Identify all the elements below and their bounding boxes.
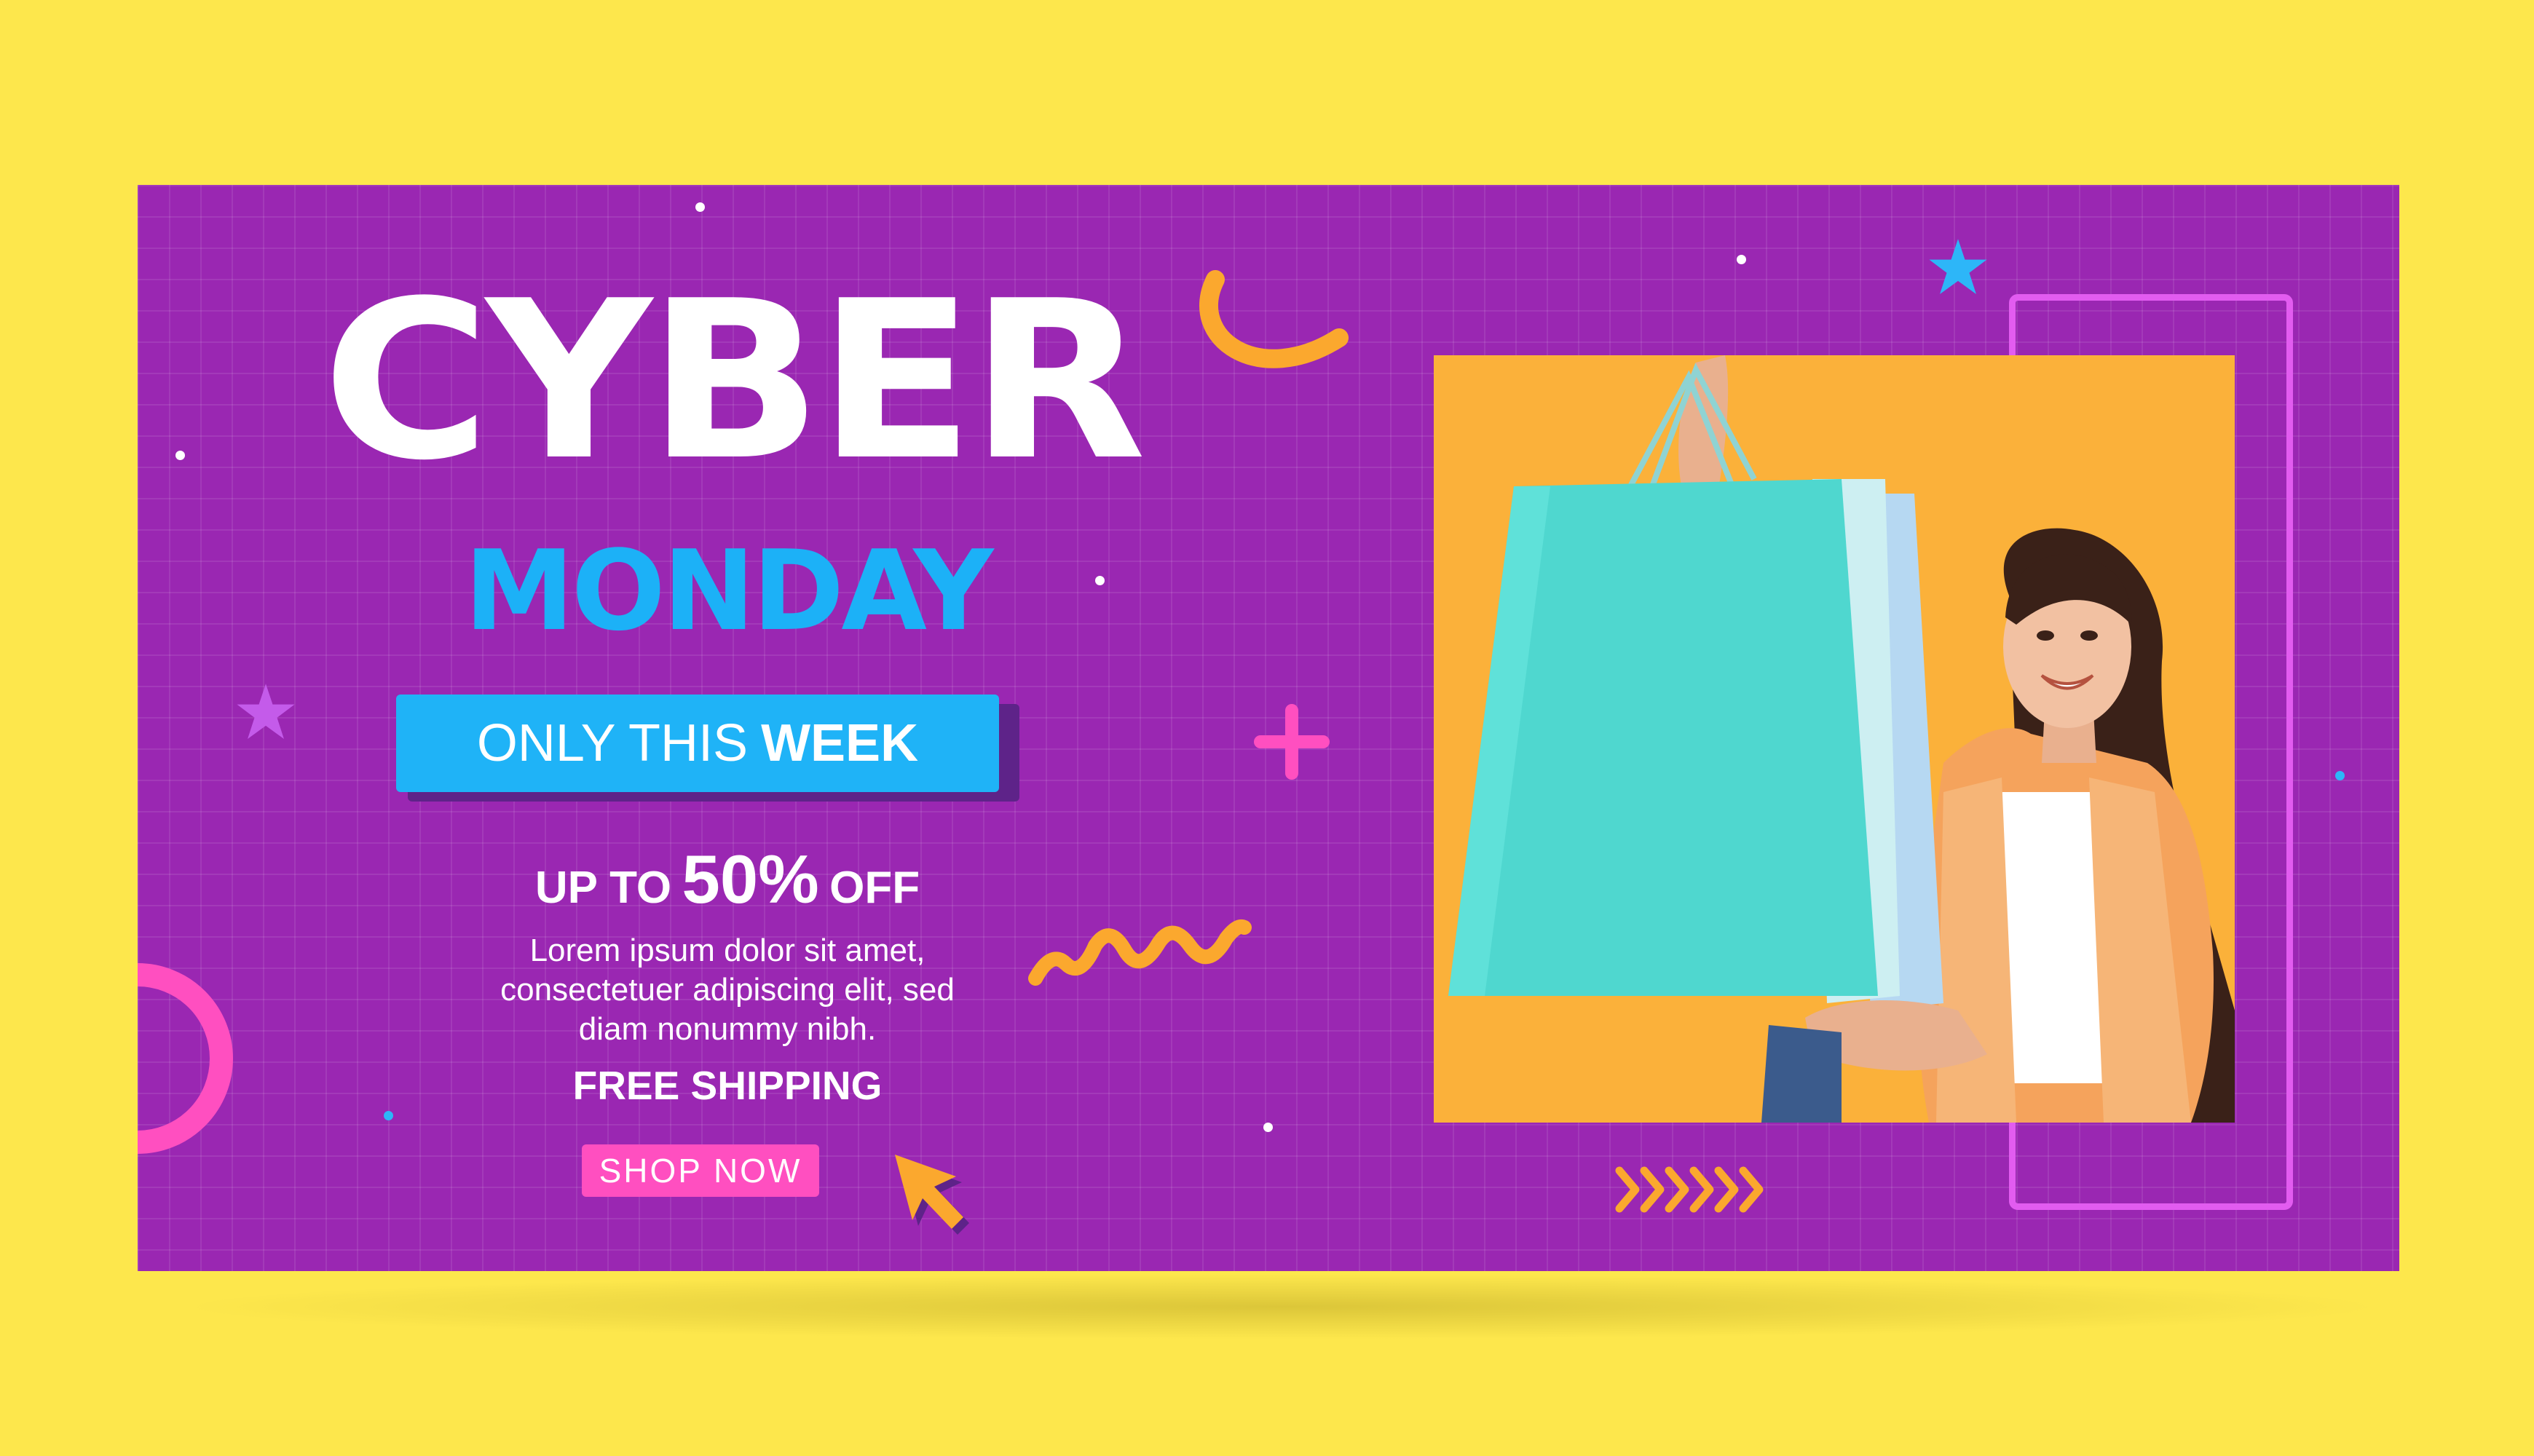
discount-prefix: UP TO	[534, 863, 672, 913]
week-label-prefix: ONLY THIS	[476, 714, 749, 772]
dot-decoration	[384, 1111, 393, 1120]
week-label-emphasis: WEEK	[761, 714, 919, 772]
chevrons-decoration	[1615, 1166, 1764, 1213]
star-icon	[237, 684, 295, 739]
cyber-monday-banner: CYBER MONDAY ONLY THIS WEEK UP TO 50% OF…	[138, 185, 2399, 1271]
dot-decoration	[695, 202, 705, 212]
description-line: Lorem ipsum dolor sit amet,	[529, 933, 925, 968]
description-text: Lorem ipsum dolor sit amet, consectetuer…	[414, 931, 1041, 1049]
woman-with-shopping-bags-illustration	[1448, 355, 2235, 1123]
discount-text: UP TO 50% OFF	[342, 840, 1113, 919]
banner-shadow	[175, 1274, 2388, 1340]
discount-suffix: OFF	[829, 863, 920, 913]
cursor-arrow-icon	[895, 1155, 969, 1235]
zigzag-decoration	[1028, 919, 1252, 986]
product-photo	[1434, 355, 2235, 1123]
star-icon	[1929, 239, 1987, 294]
week-label: ONLY THIS WEEK	[396, 695, 999, 792]
banner-subtitle: MONDAY	[464, 526, 993, 655]
description-line: diam nonummy nibh.	[578, 1011, 877, 1047]
free-shipping-label: FREE SHIPPING	[572, 1063, 883, 1108]
ring-decoration	[138, 963, 233, 1154]
discount-amount: 50%	[682, 841, 819, 917]
dot-decoration	[1737, 255, 1746, 264]
plus-icon	[1254, 704, 1330, 780]
banner-title: CYBER	[322, 254, 1147, 508]
arc-decoration	[1199, 270, 1349, 368]
shop-now-button[interactable]: SHOP NOW	[582, 1144, 819, 1197]
description-line: consectetuer adipiscing elit, sed	[500, 972, 955, 1008]
dot-decoration	[1263, 1123, 1273, 1132]
dot-decoration	[175, 451, 185, 460]
dot-decoration	[2335, 771, 2345, 780]
